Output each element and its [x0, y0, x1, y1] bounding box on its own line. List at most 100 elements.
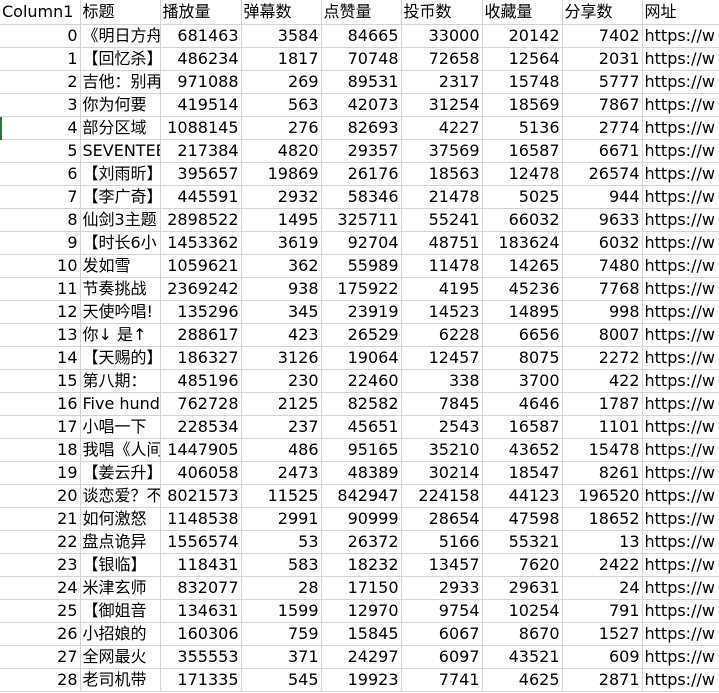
coins-cell[interactable]: 30214: [401, 461, 483, 485]
favorites-cell[interactable]: 4646: [482, 392, 563, 416]
index-cell[interactable]: 7: [0, 185, 81, 209]
index-cell[interactable]: 19: [0, 461, 81, 485]
favorites-cell[interactable]: 43521: [482, 645, 563, 669]
coins-cell[interactable]: 31254: [401, 93, 483, 117]
title-cell[interactable]: 第八期：: [80, 369, 161, 393]
header-cell-likes[interactable]: 点赞量: [321, 0, 402, 25]
favorites-cell[interactable]: 55321: [482, 530, 563, 554]
coins-cell[interactable]: 7741: [401, 668, 483, 692]
title-cell[interactable]: SEVENTEEN: [80, 139, 161, 163]
danmaku-count-cell[interactable]: 371: [241, 645, 322, 669]
danmaku-count-cell[interactable]: 3619: [241, 231, 322, 255]
favorites-cell[interactable]: 4625: [482, 668, 563, 692]
title-cell[interactable]: 老司机带: [80, 668, 161, 692]
danmaku-count-cell[interactable]: 237: [241, 415, 322, 439]
play-count-cell[interactable]: 355553: [160, 645, 242, 669]
index-cell[interactable]: 3: [0, 93, 81, 117]
likes-cell[interactable]: 82582: [321, 392, 402, 416]
url-cell[interactable]: https://w: [642, 47, 719, 71]
favorites-cell[interactable]: 8075: [482, 346, 563, 370]
shares-cell[interactable]: 2031: [562, 47, 643, 71]
url-cell[interactable]: https://w: [642, 645, 719, 669]
url-cell[interactable]: https://w: [642, 668, 719, 692]
url-cell[interactable]: https://w: [642, 576, 719, 600]
url-cell[interactable]: https://w: [642, 415, 719, 439]
header-cell-danmaku-count[interactable]: 弹幕数: [241, 0, 322, 25]
shares-cell[interactable]: 6032: [562, 231, 643, 255]
likes-cell[interactable]: 42073: [321, 93, 402, 117]
danmaku-count-cell[interactable]: 1599: [241, 599, 322, 623]
title-cell[interactable]: 【李广奇】: [80, 185, 161, 209]
shares-cell[interactable]: 1101: [562, 415, 643, 439]
url-cell[interactable]: https://w: [642, 208, 719, 232]
danmaku-count-cell[interactable]: 938: [241, 277, 322, 301]
coins-cell[interactable]: 13457: [401, 553, 483, 577]
play-count-cell[interactable]: 681463: [160, 24, 242, 48]
danmaku-count-cell[interactable]: 4820: [241, 139, 322, 163]
index-cell[interactable]: 12: [0, 300, 81, 324]
favorites-cell[interactable]: 6656: [482, 323, 563, 347]
danmaku-count-cell[interactable]: 53: [241, 530, 322, 554]
index-cell[interactable]: 21: [0, 507, 81, 531]
index-cell[interactable]: 13: [0, 323, 81, 347]
play-count-cell[interactable]: 8021573: [160, 484, 242, 508]
favorites-cell[interactable]: 10254: [482, 599, 563, 623]
danmaku-count-cell[interactable]: 362: [241, 254, 322, 278]
url-cell[interactable]: https://w: [642, 369, 719, 393]
play-count-cell[interactable]: 832077: [160, 576, 242, 600]
shares-cell[interactable]: 5777: [562, 70, 643, 94]
likes-cell[interactable]: 19923: [321, 668, 402, 692]
shares-cell[interactable]: 1787: [562, 392, 643, 416]
title-cell[interactable]: 全网最火: [80, 645, 161, 669]
likes-cell[interactable]: 15845: [321, 622, 402, 646]
play-count-cell[interactable]: 1059621: [160, 254, 242, 278]
likes-cell[interactable]: 58346: [321, 185, 402, 209]
danmaku-count-cell[interactable]: 423: [241, 323, 322, 347]
url-cell[interactable]: https://w: [642, 70, 719, 94]
index-cell[interactable]: 25: [0, 599, 81, 623]
likes-cell[interactable]: 48389: [321, 461, 402, 485]
coins-cell[interactable]: 35210: [401, 438, 483, 462]
likes-cell[interactable]: 45651: [321, 415, 402, 439]
play-count-cell[interactable]: 2898522: [160, 208, 242, 232]
shares-cell[interactable]: 26574: [562, 162, 643, 186]
play-count-cell[interactable]: 762728: [160, 392, 242, 416]
header-cell-shares[interactable]: 分享数: [562, 0, 643, 25]
index-cell[interactable]: 6: [0, 162, 81, 186]
likes-cell[interactable]: 70748: [321, 47, 402, 71]
likes-cell[interactable]: 92704: [321, 231, 402, 255]
index-cell[interactable]: 1: [0, 47, 81, 71]
title-cell[interactable]: 部分区域: [80, 116, 161, 140]
danmaku-count-cell[interactable]: 759: [241, 622, 322, 646]
header-cell-play-count[interactable]: 播放量: [160, 0, 242, 25]
likes-cell[interactable]: 26529: [321, 323, 402, 347]
favorites-cell[interactable]: 45236: [482, 277, 563, 301]
favorites-cell[interactable]: 18547: [482, 461, 563, 485]
title-cell[interactable]: 【姜云升】: [80, 461, 161, 485]
play-count-cell[interactable]: 971088: [160, 70, 242, 94]
danmaku-count-cell[interactable]: 2991: [241, 507, 322, 531]
shares-cell[interactable]: 7768: [562, 277, 643, 301]
url-cell[interactable]: https://w: [642, 392, 719, 416]
danmaku-count-cell[interactable]: 563: [241, 93, 322, 117]
title-cell[interactable]: 你为何要: [80, 93, 161, 117]
url-cell[interactable]: https://w: [642, 254, 719, 278]
likes-cell[interactable]: 26176: [321, 162, 402, 186]
play-count-cell[interactable]: 406058: [160, 461, 242, 485]
index-cell[interactable]: 0: [0, 24, 81, 48]
index-cell[interactable]: 15: [0, 369, 81, 393]
coins-cell[interactable]: 4195: [401, 277, 483, 301]
title-cell[interactable]: 小唱一下: [80, 415, 161, 439]
play-count-cell[interactable]: 1453362: [160, 231, 242, 255]
favorites-cell[interactable]: 18569: [482, 93, 563, 117]
danmaku-count-cell[interactable]: 2932: [241, 185, 322, 209]
likes-cell[interactable]: 18232: [321, 553, 402, 577]
favorites-cell[interactable]: 3700: [482, 369, 563, 393]
likes-cell[interactable]: 24297: [321, 645, 402, 669]
title-cell[interactable]: 【时长6小: [80, 231, 161, 255]
likes-cell[interactable]: 90999: [321, 507, 402, 531]
likes-cell[interactable]: 12970: [321, 599, 402, 623]
coins-cell[interactable]: 6097: [401, 645, 483, 669]
favorites-cell[interactable]: 15748: [482, 70, 563, 94]
url-cell[interactable]: https://w: [642, 277, 719, 301]
